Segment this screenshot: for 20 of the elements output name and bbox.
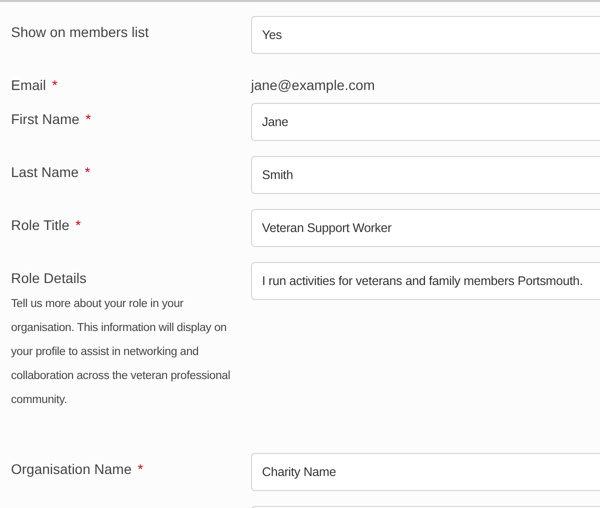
field-label: Role Details — [11, 269, 86, 288]
input-field[interactable]: Jane — [251, 103, 600, 141]
required-mark: * — [138, 460, 144, 479]
required-mark: * — [75, 216, 81, 235]
required-mark: * — [84, 163, 90, 182]
field-label: Last Name — [11, 163, 79, 182]
field-label: Email — [11, 76, 46, 95]
email-text: jane@example.com — [251, 76, 376, 95]
input-field[interactable]: Smith — [251, 156, 600, 194]
field-label: Organisation Name — [11, 460, 132, 479]
required-mark: * — [52, 76, 58, 95]
input-field[interactable]: Charity Name — [251, 453, 600, 491]
help-text: Tell us more about your role in your organisation. This information will display on your profile to assist in networking and collaboration across the veteran professional community. — [11, 297, 232, 408]
input-field[interactable]: I run activities for veterans and family members Portsmouth. — [251, 262, 600, 300]
field-label: First Name — [11, 110, 80, 129]
required-mark: * — [85, 110, 91, 129]
input-field[interactable]: Yes — [251, 16, 600, 54]
field-label: Role Title — [11, 216, 70, 235]
input-field[interactable]: Veteran Support Worker — [251, 209, 600, 247]
field-label: Show on members list — [11, 23, 149, 42]
